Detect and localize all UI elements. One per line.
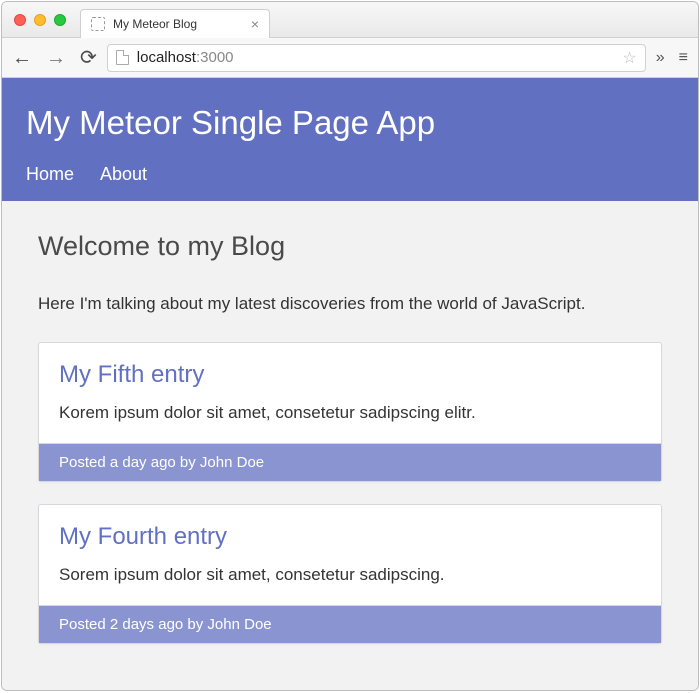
post-meta: Posted 2 days ago by John Doe <box>39 605 661 643</box>
maximize-window-button[interactable] <box>54 14 66 26</box>
page-icon <box>116 50 129 65</box>
nav-buttons: ← → ⟳ <box>12 48 97 68</box>
post-card: My Fifth entry Korem ipsum dolor sit ame… <box>38 342 662 482</box>
close-tab-icon[interactable]: × <box>251 17 259 31</box>
browser-window: My Meteor Blog × ← → ⟳ localhost:3000 ☆ … <box>1 1 699 691</box>
back-button[interactable]: ← <box>12 48 32 68</box>
reload-button[interactable]: ⟳ <box>80 48 97 68</box>
address-port: :3000 <box>196 49 234 66</box>
main-content: Welcome to my Blog Here I'm talking abou… <box>2 201 698 690</box>
post-excerpt: Korem ipsum dolor sit amet, consetetur s… <box>59 403 641 423</box>
tab-title: My Meteor Blog <box>113 17 243 31</box>
bookmark-icon[interactable]: ☆ <box>622 48 636 68</box>
address-text: localhost:3000 <box>137 49 234 66</box>
post-body: My Fourth entry Sorem ipsum dolor sit am… <box>39 505 661 605</box>
post-title[interactable]: My Fourth entry <box>59 523 641 551</box>
page-viewport: My Meteor Single Page App Home About Wel… <box>2 78 698 690</box>
address-bar[interactable]: localhost:3000 ☆ <box>107 44 646 72</box>
post-card: My Fourth entry Sorem ipsum dolor sit am… <box>38 504 662 644</box>
window-controls <box>14 14 66 26</box>
toolbar-right: » ≡ <box>656 49 688 67</box>
page-title: Welcome to my Blog <box>38 231 662 262</box>
menu-icon[interactable]: ≡ <box>679 49 688 67</box>
post-meta: Posted a day ago by John Doe <box>39 443 661 481</box>
site-nav: Home About <box>26 164 674 201</box>
browser-toolbar: ← → ⟳ localhost:3000 ☆ » ≡ <box>2 38 698 78</box>
site-title: My Meteor Single Page App <box>26 104 674 142</box>
nav-link-home[interactable]: Home <box>26 164 74 185</box>
post-excerpt: Sorem ipsum dolor sit amet, consetetur s… <box>59 565 641 585</box>
forward-button[interactable]: → <box>46 48 66 68</box>
close-window-button[interactable] <box>14 14 26 26</box>
post-body: My Fifth entry Korem ipsum dolor sit ame… <box>39 343 661 443</box>
page-intro: Here I'm talking about my latest discove… <box>38 294 662 314</box>
site-header: My Meteor Single Page App Home About <box>2 78 698 201</box>
browser-tab[interactable]: My Meteor Blog × <box>80 9 270 38</box>
nav-link-about[interactable]: About <box>100 164 147 185</box>
window-titlebar: My Meteor Blog × <box>2 2 698 38</box>
page-favicon <box>91 17 105 31</box>
overflow-icon[interactable]: » <box>656 49 665 67</box>
address-host: localhost <box>137 49 196 66</box>
minimize-window-button[interactable] <box>34 14 46 26</box>
post-title[interactable]: My Fifth entry <box>59 361 641 389</box>
